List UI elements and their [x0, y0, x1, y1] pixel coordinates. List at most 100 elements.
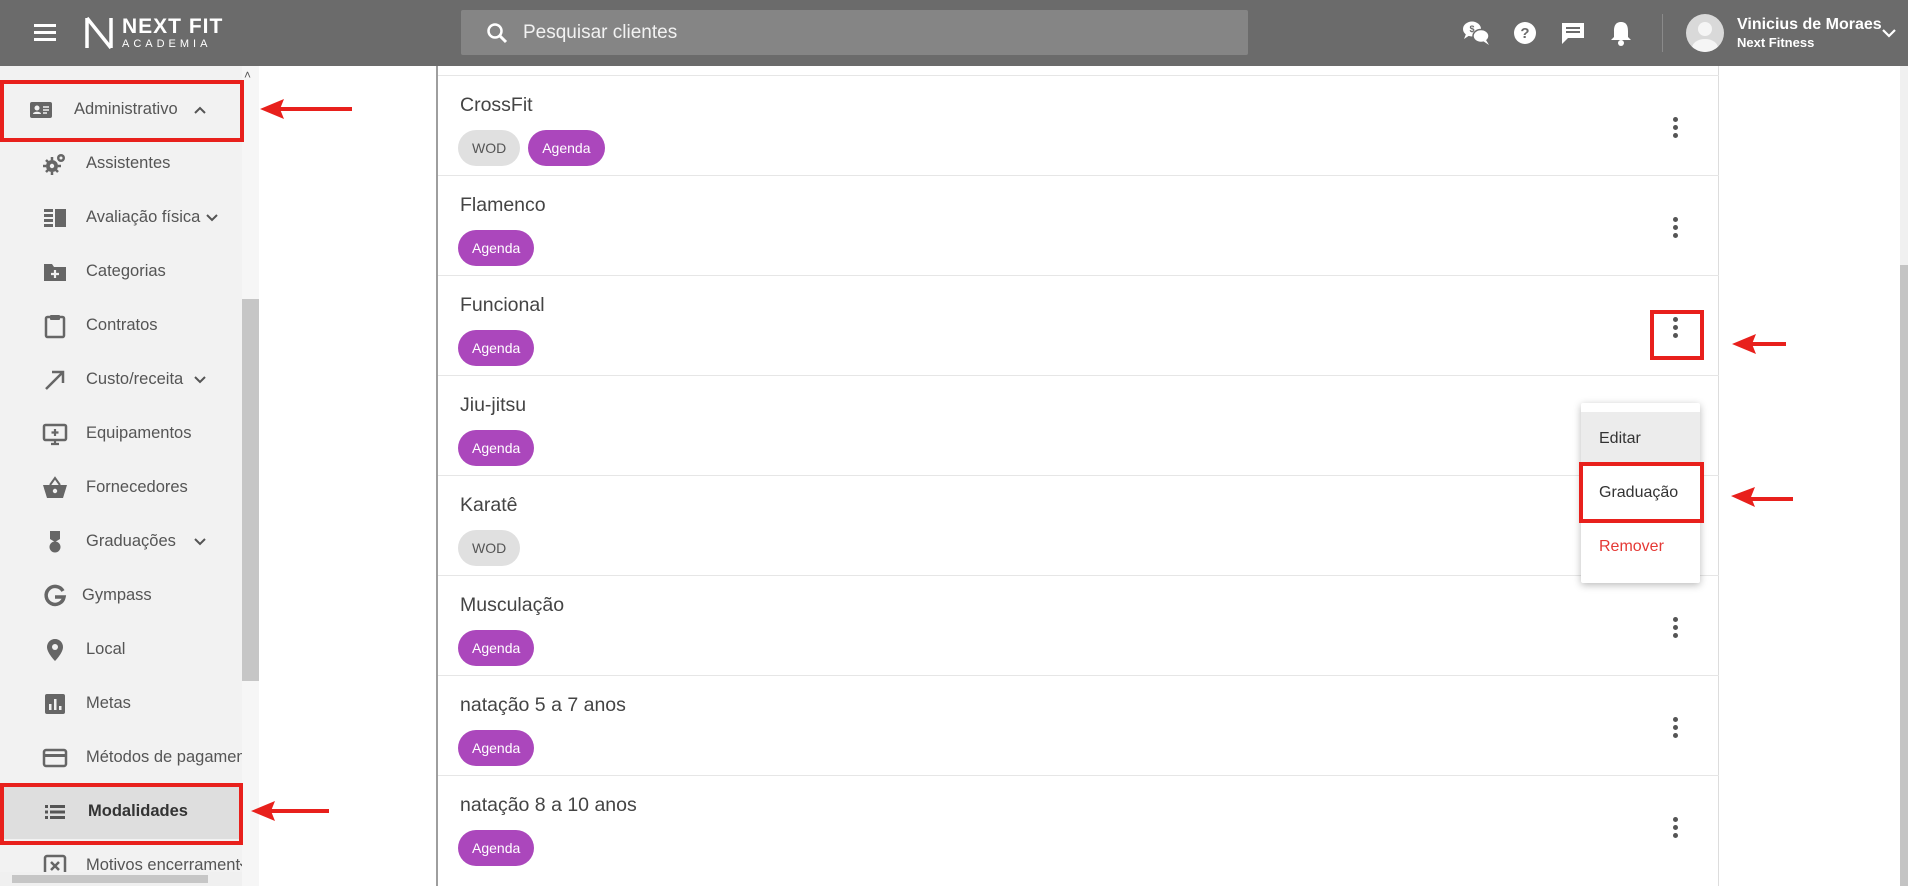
list-item[interactable]: Jiu-jitsu Agenda [438, 375, 1719, 475]
chat-payment-icon[interactable]: $ [1461, 18, 1491, 48]
sidebar-item-avaliacao-fisica[interactable]: Avaliação física [0, 191, 242, 245]
search-input[interactable] [523, 21, 1123, 44]
menu-item-remover[interactable]: Remover [1581, 520, 1700, 574]
sidebar-item-assistentes[interactable]: Assistentes [0, 137, 242, 191]
chevron-down-icon[interactable] [1880, 24, 1898, 42]
annotation-arrow-icon [1731, 487, 1793, 507]
sidebar-item-label: Equipamentos [86, 424, 192, 442]
user-avatar-icon [1692, 22, 1718, 52]
clipboard-icon [44, 315, 66, 339]
annotation-arrow-icon [260, 99, 352, 119]
list-item[interactable]: Karatê WOD [438, 475, 1719, 575]
modalities-list: CrossFit WOD Agenda Flamenco Agenda Func… [436, 66, 1719, 886]
logo-subtitle: ACADEMIA [122, 38, 212, 50]
svg-text:?: ? [1520, 25, 1529, 42]
page-scrollbar-thumb[interactable] [1900, 265, 1908, 886]
list-item[interactable]: Musculação Agenda [438, 575, 1719, 675]
modality-name: Karatê [460, 494, 518, 516]
sidebar-item-metas[interactable]: Metas [0, 677, 242, 731]
more-options-icon[interactable] [1664, 612, 1686, 642]
modality-name: natação 5 a 7 anos [460, 694, 626, 716]
notifications-bell-icon[interactable] [1606, 18, 1636, 48]
modality-name: natação 8 a 10 anos [460, 794, 637, 816]
search-bar[interactable] [461, 10, 1248, 55]
annotation-highlight-administrativo [0, 80, 244, 142]
gears-icon [43, 154, 65, 175]
next-fit-logo-icon [85, 16, 113, 50]
google-g-icon [44, 584, 67, 607]
more-options-icon[interactable] [1664, 812, 1686, 842]
list-item[interactable]: natação 8 a 10 anos Agenda [438, 775, 1719, 875]
sidebar-item-equipamentos[interactable]: Equipamentos [0, 407, 242, 461]
list-item[interactable]: natação 5 a 7 anos Agenda [438, 675, 1719, 775]
trend-arrow-icon [45, 370, 65, 390]
monitor-add-icon [42, 423, 68, 446]
more-options-icon[interactable] [1664, 112, 1686, 142]
chevron-down-icon[interactable] [192, 372, 208, 388]
tag-chip: Agenda [458, 830, 535, 866]
chevron-down-icon[interactable] [192, 534, 208, 550]
annotation-arrow-icon [251, 801, 329, 821]
sidebar-item-gympass[interactable]: Gympass [0, 569, 242, 623]
modality-name: Musculação [460, 594, 565, 616]
tag-chip: Agenda [458, 630, 535, 666]
sidebar-item-fornecedores[interactable]: Fornecedores [0, 461, 242, 515]
menu-item-editar[interactable]: Editar [1581, 412, 1700, 466]
list-item[interactable]: CrossFit WOD Agenda [438, 75, 1719, 175]
more-options-icon[interactable] [1664, 712, 1686, 742]
assessment-icon [44, 209, 66, 227]
search-icon [487, 22, 508, 43]
logo-title: NEXT FIT [122, 15, 224, 38]
tag-chip: Agenda [458, 430, 535, 466]
chevron-down-icon[interactable] [204, 210, 220, 226]
app-logo[interactable]: NEXT FIT ACADEMIA [84, 14, 223, 52]
bar-chart-icon [45, 694, 65, 714]
tag-chip: Agenda [458, 730, 535, 766]
hamburger-menu-icon[interactable] [30, 20, 60, 46]
sidebar-item-label: Assistentes [86, 154, 171, 172]
svg-text:$: $ [1469, 24, 1474, 34]
sidebar-scrollbar-thumb[interactable] [242, 299, 259, 681]
modality-name: CrossFit [460, 94, 533, 116]
tag-chip: Agenda [458, 230, 535, 266]
sidebar-item-label: Métodos de pagamen [86, 748, 246, 766]
modality-name: Flamenco [460, 194, 546, 216]
sidebar: Administrativo Assistentes Avaliação fís… [0, 66, 259, 886]
sidebar-item-metodos-pagamento[interactable]: Métodos de pagamen [0, 731, 246, 785]
map-pin-icon [47, 639, 63, 661]
tag-chip: WOD [458, 530, 521, 566]
tag-chip: Agenda [528, 130, 605, 166]
user-company[interactable]: Next Fitness [1737, 35, 1814, 50]
sidebar-horizontal-scrollbar-thumb[interactable] [12, 875, 208, 883]
tag-chip: WOD [458, 130, 521, 166]
list-item[interactable]: Flamenco Agenda [438, 175, 1719, 275]
list-item[interactable]: Funcional Agenda [438, 275, 1719, 375]
credit-card-icon [42, 748, 68, 768]
scroll-up-arrow-icon[interactable]: ˄ [244, 68, 251, 82]
messages-icon[interactable] [1558, 18, 1588, 48]
sidebar-item-label: Contratos [86, 316, 158, 334]
sidebar-item-contratos[interactable]: Contratos [0, 299, 242, 353]
basket-icon [43, 476, 67, 498]
top-app-bar: NEXT FIT ACADEMIA $ ? Vinicius de Mor [0, 0, 1908, 66]
sidebar-item-label: Local [86, 640, 126, 658]
sidebar-item-label: Categorias [86, 262, 166, 280]
help-icon[interactable]: ? [1510, 18, 1540, 48]
tag-chip: Agenda [458, 330, 535, 366]
user-name[interactable]: Vinicius de Moraes [1737, 16, 1882, 34]
annotation-highlight-kebab [1650, 310, 1704, 360]
modality-name: Funcional [460, 294, 545, 316]
avatar[interactable] [1686, 14, 1724, 52]
more-options-icon[interactable] [1664, 212, 1686, 242]
annotation-arrow-icon [1732, 334, 1786, 354]
sidebar-item-label: Avaliação física [86, 208, 201, 226]
sidebar-item-custo-receita[interactable]: Custo/receita [0, 353, 242, 407]
sidebar-horizontal-scrollbar[interactable] [0, 872, 242, 886]
toolbar-divider [1662, 14, 1663, 52]
sidebar-item-categorias[interactable]: Categorias [0, 245, 242, 299]
sidebar-item-graduacoes[interactable]: Graduações [0, 515, 242, 569]
annotation-highlight-modalidades [0, 783, 243, 845]
sidebar-item-label: Metas [86, 694, 131, 712]
sidebar-item-local[interactable]: Local [0, 623, 242, 677]
modality-name: Jiu-jitsu [460, 394, 527, 416]
